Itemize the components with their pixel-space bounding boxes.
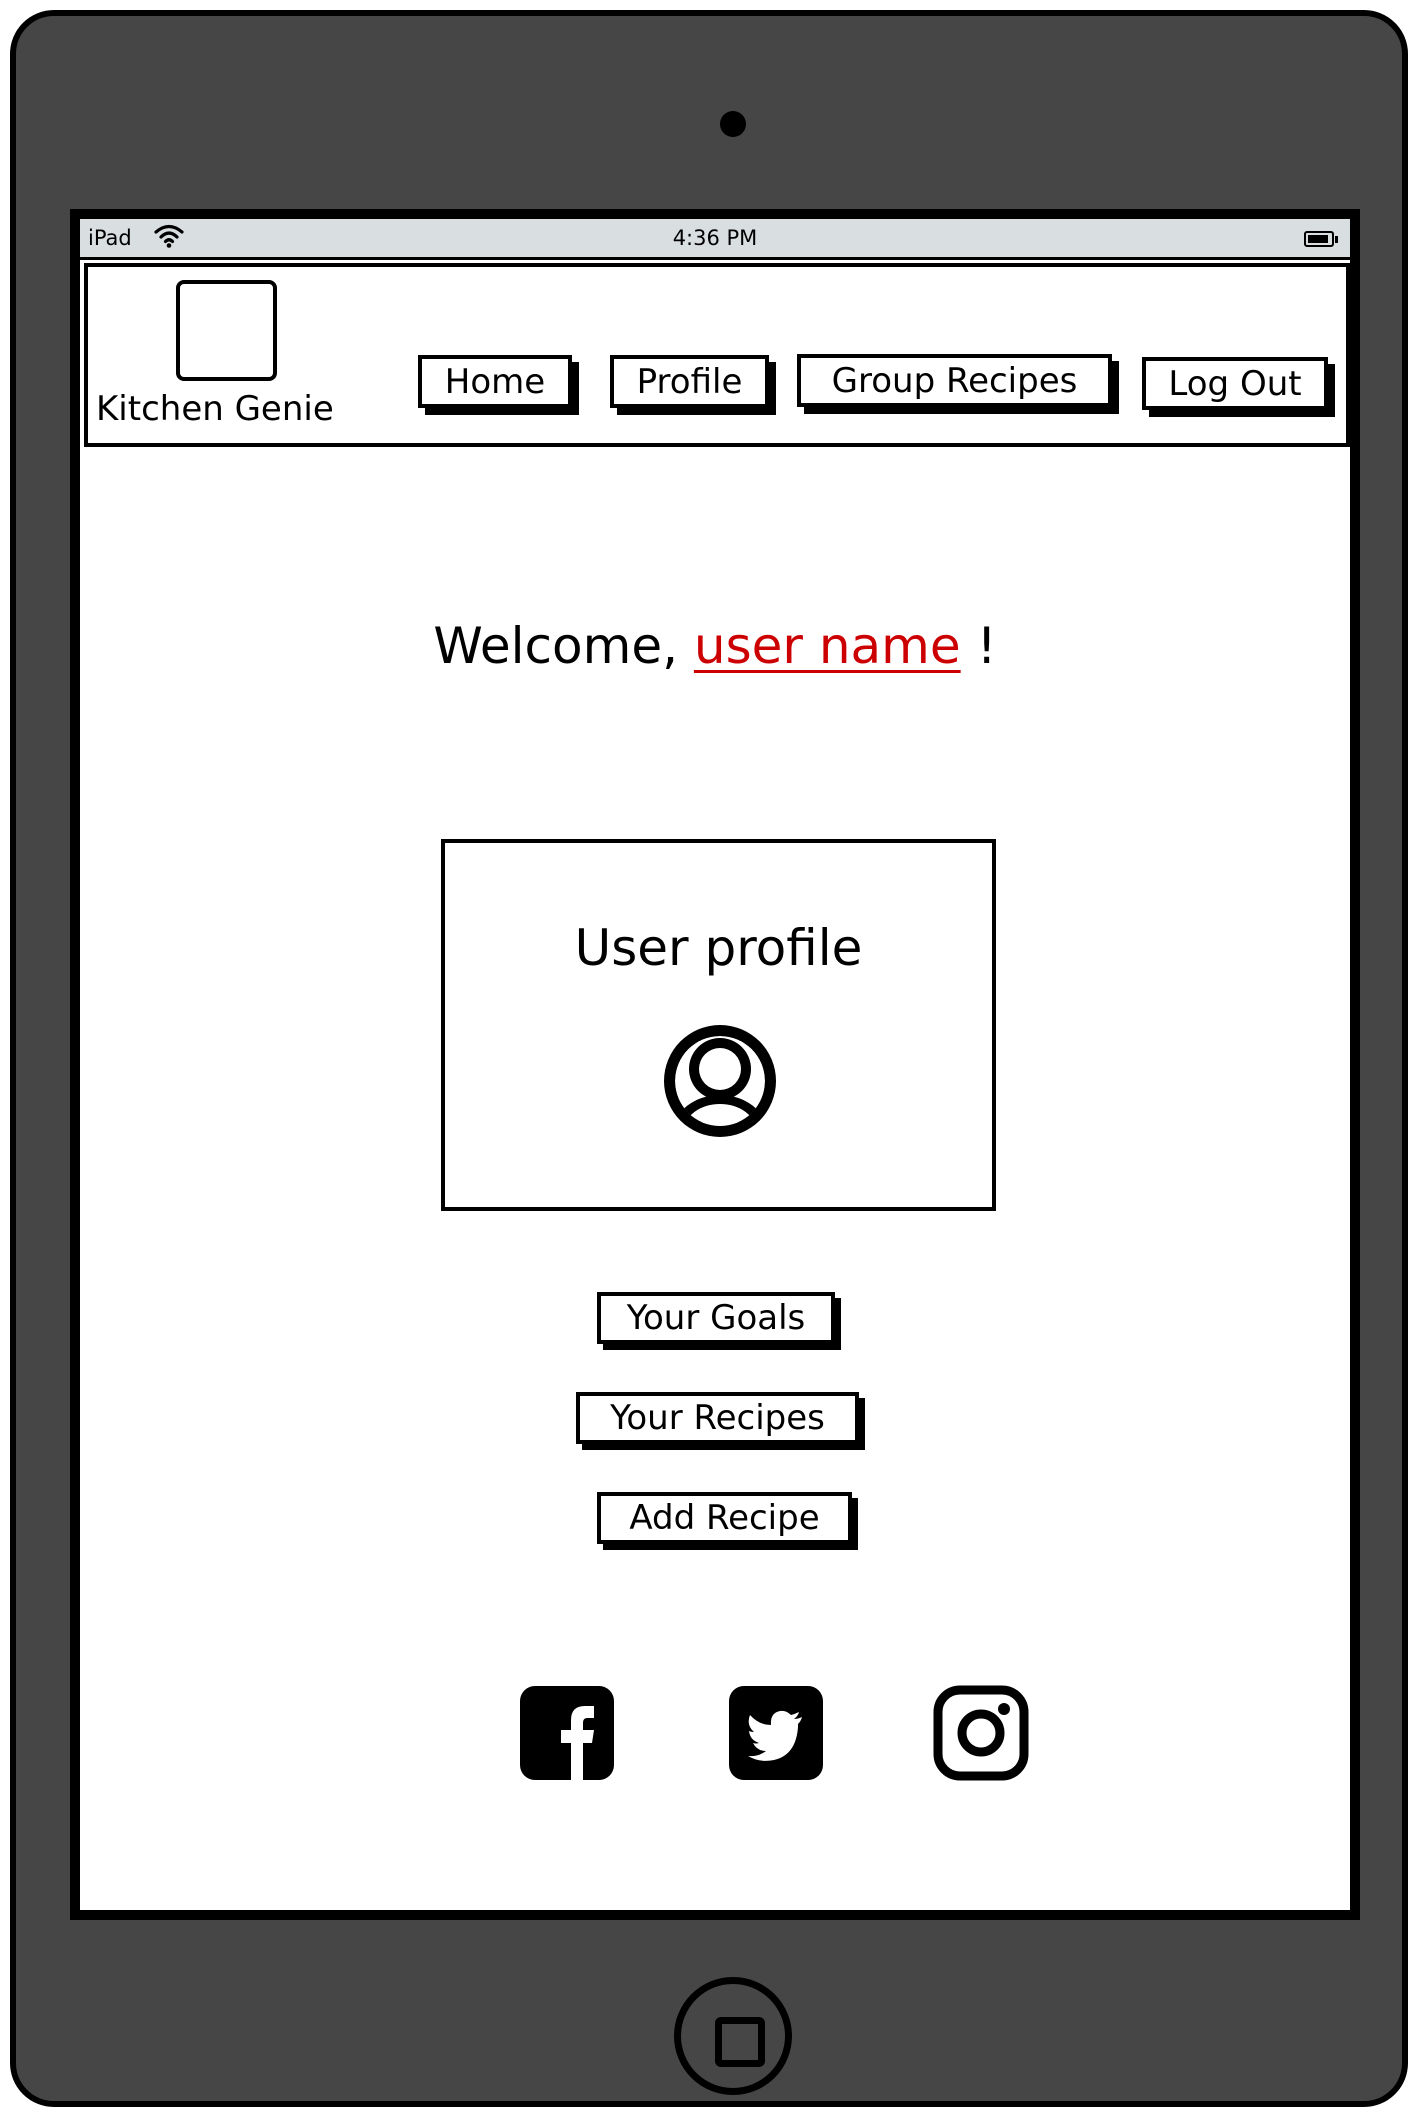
instagram-icon[interactable]: [933, 1685, 1029, 1781]
facebook-icon[interactable]: [519, 1685, 615, 1781]
status-bar: iPad 4:36 PM: [80, 219, 1350, 260]
twitter-icon[interactable]: [728, 1685, 824, 1781]
brand-name[interactable]: Kitchen Genie: [96, 389, 334, 429]
camera-dot: [720, 111, 746, 137]
header-navbar: Kitchen Genie Home Profile Group Recipes…: [84, 263, 1350, 447]
welcome-prefix: Welcome,: [433, 617, 678, 675]
add-recipe-button[interactable]: Add Recipe: [597, 1492, 852, 1544]
screen: iPad 4:36 PM Kitchen Genie Home Profile …: [70, 209, 1360, 1920]
nav-logout-button[interactable]: Log Out: [1142, 357, 1328, 410]
welcome-heading: Welcome, user name !: [80, 617, 1350, 675]
welcome-suffix: !: [976, 617, 997, 675]
user-avatar-icon: [664, 1025, 776, 1141]
battery-icon: [1304, 231, 1338, 247]
profile-card-title: User profile: [574, 919, 863, 977]
nav-profile-button[interactable]: Profile: [610, 355, 769, 408]
user-profile-card[interactable]: User profile: [441, 839, 996, 1211]
nav-group-recipes-button[interactable]: Group Recipes: [797, 354, 1112, 407]
status-time: 4:36 PM: [672, 226, 758, 250]
your-recipes-button[interactable]: Your Recipes: [576, 1392, 859, 1444]
home-hardware-button[interactable]: [674, 1977, 792, 2095]
user-name-link[interactable]: user name: [694, 617, 961, 675]
nav-home-button[interactable]: Home: [418, 355, 572, 408]
logo-placeholder[interactable]: [176, 280, 277, 381]
your-goals-button[interactable]: Your Goals: [597, 1292, 835, 1344]
